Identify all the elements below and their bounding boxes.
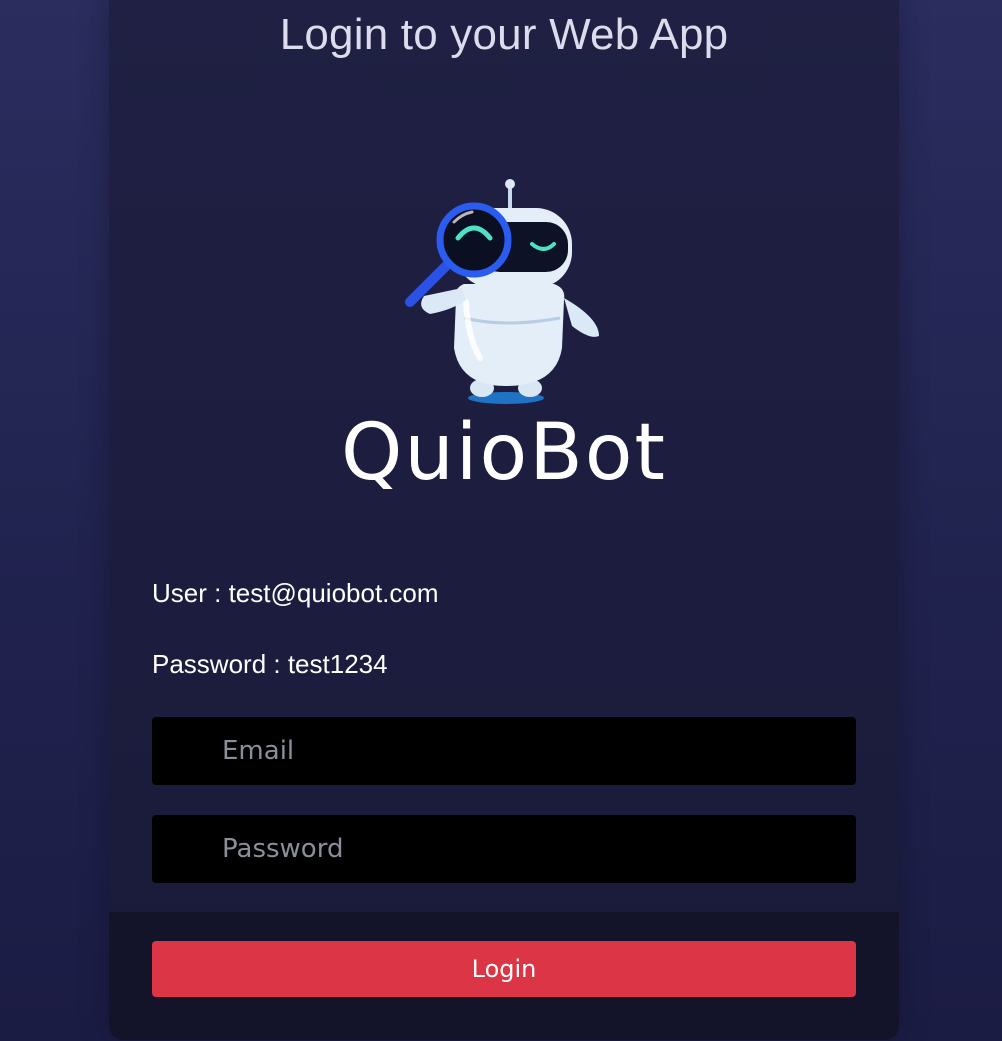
password-field[interactable] <box>152 815 856 883</box>
login-card: Login to your Web App QuioBot User : tes… <box>109 0 899 1040</box>
login-button[interactable]: Login <box>152 941 856 997</box>
demo-user-credential: User : test@quiobot.com <box>152 578 439 608</box>
robot-with-magnifier-icon <box>405 179 599 404</box>
email-field[interactable] <box>152 717 856 785</box>
page-title: Login to your Web App <box>279 10 729 59</box>
card-footer: Login <box>109 912 899 1040</box>
brand-name: QuioBot <box>340 408 668 498</box>
demo-password-credential: Password : test1234 <box>152 649 388 679</box>
